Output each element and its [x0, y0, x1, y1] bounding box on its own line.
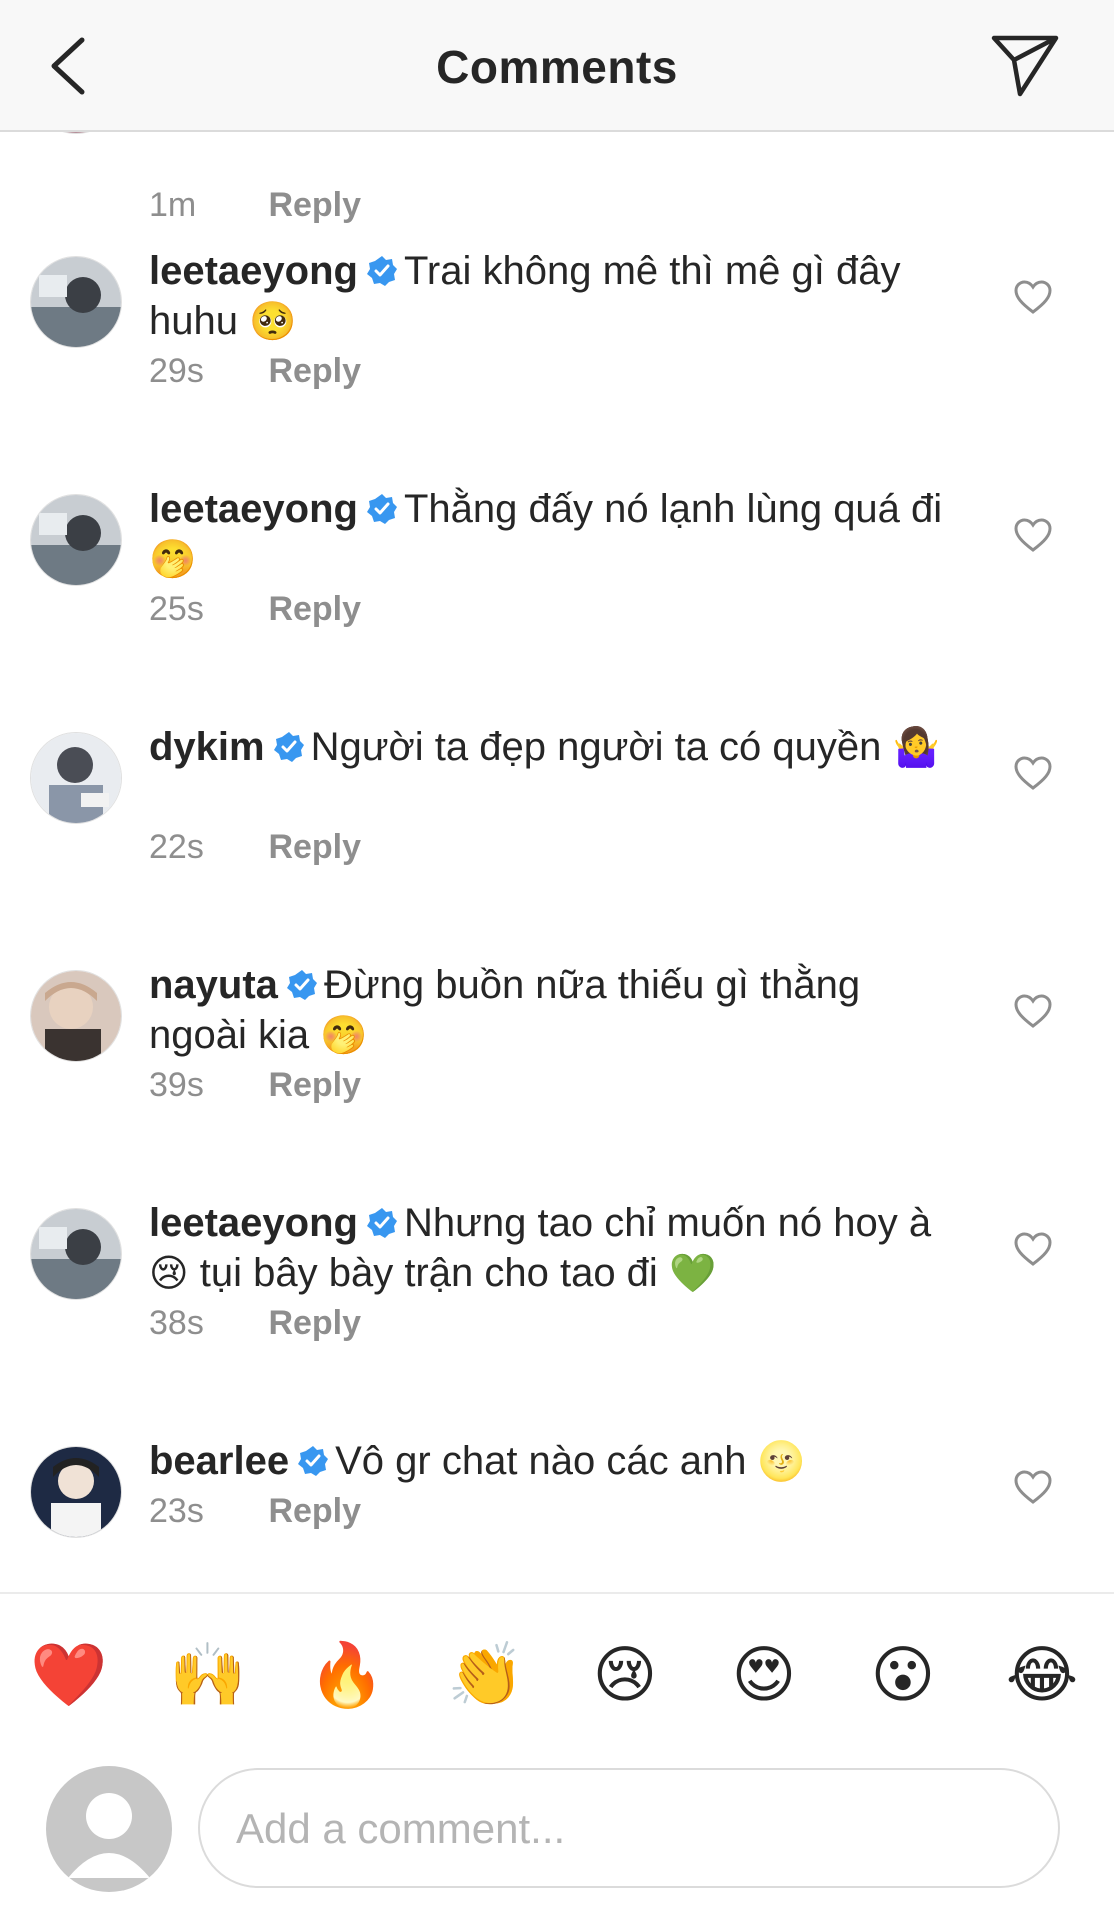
comment-meta: 39s Reply — [149, 1066, 361, 1105]
avatar[interactable] — [30, 732, 122, 824]
comment-body: Thằng đấy nó lạnh lùng quá đi — [403, 487, 943, 531]
reaction-surprised[interactable]: 😮 — [858, 1630, 948, 1720]
comment-meta: 22s Reply — [149, 828, 361, 867]
emoji-person-shrugging: 🤷‍♀️ — [892, 725, 940, 769]
comment-text: dykim Người ta đẹp người ta có quyền 🤷‍♀️ — [149, 722, 969, 772]
reaction-heart-eyes[interactable]: 😍 — [719, 1630, 809, 1720]
heart-icon[interactable] — [1013, 1468, 1053, 1508]
reaction-heart[interactable]: ❤️ — [24, 1630, 114, 1720]
reply-button[interactable]: Reply — [268, 186, 361, 224]
comment-body: Vô gr chat nào các anh — [335, 1439, 747, 1483]
verified-badge-icon — [286, 970, 317, 1000]
comment-time: 22s — [149, 828, 204, 866]
avatar[interactable] — [30, 494, 122, 586]
reply-button[interactable]: Reply — [268, 828, 361, 866]
comment-text: leetaeyong Nhưng tao chỉ muốn nó hoy à 😢 … — [149, 1198, 969, 1298]
comment-text: leetaeyong Thằng đấy nó lạnh lùng quá đi … — [149, 484, 969, 584]
comment-item: leetaeyong Thằng đấy nó lạnh lùng quá đi … — [0, 487, 1114, 694]
comment-item: 1m Reply — [0, 132, 1114, 242]
emoji-green-heart: 💚 — [668, 1251, 717, 1295]
reaction-clapping[interactable]: 👏 — [441, 1630, 531, 1720]
comment-body: Nhưng tao chỉ muốn nó hoy à — [403, 1201, 932, 1245]
emoji-crying: 😢 — [149, 1251, 189, 1295]
avatar[interactable] — [30, 132, 122, 134]
emoji-hand-over-mouth: 🤭 — [320, 1013, 368, 1057]
avatar[interactable] — [30, 1446, 122, 1538]
comment-input-container[interactable] — [198, 1768, 1060, 1888]
heart-icon[interactable] — [1013, 516, 1053, 556]
avatar[interactable] — [30, 256, 122, 348]
comment-text: leetaeyong Trai không mê thì mê gì đây hu… — [149, 246, 969, 346]
heart-icon[interactable] — [1013, 1230, 1053, 1270]
comment-username[interactable]: leetaeyong — [149, 1201, 358, 1245]
comment-item: nayuta Đừng buồn nữa thiếu gì thằng ngoài… — [0, 963, 1114, 1170]
comment-meta: 25s Reply — [149, 590, 361, 629]
comment-time: 23s — [149, 1492, 204, 1530]
comment-meta: 29s Reply — [149, 352, 361, 391]
reaction-fire[interactable]: 🔥 — [302, 1630, 392, 1720]
reply-button[interactable]: Reply — [268, 1066, 361, 1104]
reply-button[interactable]: Reply — [268, 352, 361, 390]
paper-plane-icon — [991, 35, 1059, 97]
comment-item: leetaeyong Nhưng tao chỉ muốn nó hoy à 😢 … — [0, 1201, 1114, 1408]
comment-text: nayuta Đừng buồn nữa thiếu gì thằng ngoài… — [149, 960, 969, 1060]
comment-username[interactable]: bearlee — [149, 1439, 289, 1483]
heart-icon[interactable] — [1013, 992, 1053, 1032]
comment-time: 29s — [149, 352, 204, 390]
comment-input[interactable] — [234, 1770, 1028, 1888]
comment-meta: 23s Reply — [149, 1492, 361, 1531]
comment-item: leetaeyong Trai không mê thì mê gì đây hu… — [0, 249, 1114, 456]
comment-time: 25s — [149, 590, 204, 628]
reaction-laughing[interactable]: 😂 — [997, 1630, 1087, 1720]
avatar[interactable] — [30, 1208, 122, 1300]
comment-meta: 38s Reply — [149, 1304, 361, 1343]
avatar[interactable] — [30, 970, 122, 1062]
reply-button[interactable]: Reply — [268, 1492, 361, 1530]
verified-badge-icon — [366, 256, 397, 286]
comments-list[interactable]: 1m Reply leetaeyong Trai không mê thì mê … — [0, 132, 1114, 1592]
verified-badge-icon — [273, 732, 304, 762]
emoji-pleading: 🥺 — [249, 299, 297, 343]
reaction-raising-hands[interactable]: 🙌 — [163, 1630, 253, 1720]
reaction-crying[interactable]: 😢 — [580, 1630, 670, 1720]
page-title: Comments — [436, 41, 678, 93]
default-user-icon — [68, 1793, 150, 1878]
comment-body: tụi bây bày trận cho tao đi — [199, 1251, 658, 1295]
heart-icon[interactable] — [1013, 754, 1053, 794]
verified-badge-icon — [366, 494, 397, 524]
current-user-avatar — [46, 1766, 172, 1892]
divider — [0, 1592, 1114, 1594]
comment-item: bearlee Vô gr chat nào các anh 🌝 23s Repl… — [0, 1439, 1114, 1592]
verified-badge-icon — [366, 1208, 397, 1238]
comment-body: Người ta đẹp người ta có quyền — [310, 725, 882, 769]
comment-text: bearlee Vô gr chat nào các anh 🌝 — [149, 1436, 969, 1486]
comment-time: 1m — [149, 186, 197, 224]
verified-badge-icon — [298, 1446, 329, 1476]
comment-time: 39s — [149, 1066, 204, 1104]
comment-item: dykim Người ta đẹp người ta có quyền 🤷‍♀️… — [0, 725, 1114, 932]
quick-reactions-bar: ❤️ 🙌 🔥 👏 😢 😍 😮 😂 — [0, 1630, 1114, 1720]
emoji-full-moon-face: 🌝 — [757, 1439, 805, 1483]
header-bar: Comments — [0, 0, 1114, 132]
comment-username[interactable]: leetaeyong — [149, 249, 358, 293]
emoji-hand-over-mouth: 🤭 — [149, 537, 197, 581]
heart-icon[interactable] — [1013, 278, 1053, 318]
comment-username[interactable]: dykim — [149, 725, 265, 769]
comment-time: 38s — [149, 1304, 204, 1342]
comment-username[interactable]: nayuta — [149, 963, 278, 1007]
send-button[interactable] — [990, 30, 1062, 102]
comment-username[interactable]: leetaeyong — [149, 487, 358, 531]
comment-meta: 1m Reply — [149, 186, 361, 225]
reply-button[interactable]: Reply — [268, 1304, 361, 1342]
reply-button[interactable]: Reply — [268, 590, 361, 628]
